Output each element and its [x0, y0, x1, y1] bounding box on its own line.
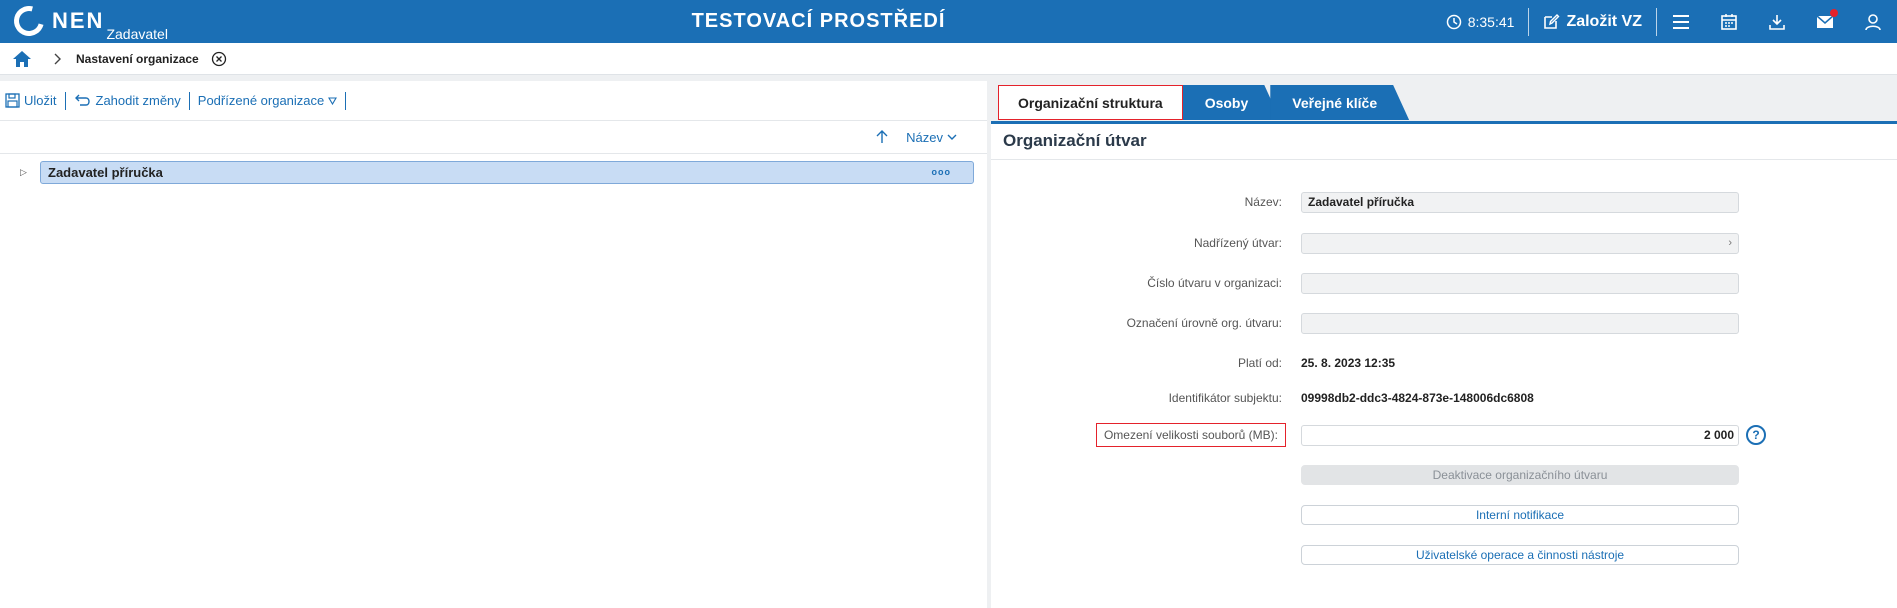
discard-label: Zahodit změny — [95, 93, 181, 108]
field-row-valid-from: Platí od: 25. 8. 2023 12:35 — [991, 351, 1897, 375]
field-row-file-size-limit: Omezení velikosti souborů (MB): 2 000 ? — [991, 423, 1897, 447]
sort-field-label[interactable]: Název — [906, 130, 943, 145]
save-icon — [5, 93, 20, 108]
session-clock: 8:35:41 — [1446, 14, 1529, 30]
download-icon — [1769, 14, 1785, 30]
discard-changes-button[interactable]: Zahodit změny — [74, 93, 189, 108]
unit-number-field[interactable] — [1301, 272, 1739, 294]
divider — [64, 91, 66, 110]
unit-level-label: Označení úrovně org. útvaru: — [1126, 316, 1282, 330]
environment-title: TESTOVACÍ PROSTŘEDÍ — [691, 10, 946, 32]
chevron-down-icon[interactable] — [947, 134, 957, 141]
unit-number-label: Číslo útvaru v organizaci: — [1147, 276, 1282, 290]
tree-toolbar: Uložit Zahodit změny Podřízené organizac… — [0, 81, 987, 121]
tree-item-label: Zadavatel příručka — [48, 165, 163, 180]
calendar-icon — [1721, 13, 1737, 30]
unit-level-field[interactable] — [1301, 312, 1739, 334]
clock-icon — [1446, 14, 1461, 29]
divider — [188, 91, 190, 110]
menu-button[interactable] — [1657, 0, 1705, 43]
field-row-name: Název: Zadavatel příručka — [991, 190, 1897, 214]
home-icon[interactable] — [12, 50, 32, 68]
internal-notifications-button[interactable]: Interní notifikace — [1301, 505, 1739, 525]
tab-bar: Organizační struktura Osoby Veřejné klíč… — [998, 85, 1409, 120]
valid-from-label: Platí od: — [1237, 356, 1282, 370]
file-size-limit-input[interactable]: 2 000 — [1301, 424, 1739, 446]
field-row-parent-unit: Nadřízený útvar: › — [991, 231, 1897, 255]
triangle-down-icon — [328, 96, 338, 105]
section-title: Organizační útvar — [1003, 131, 1147, 150]
parent-unit-select[interactable]: › — [1301, 232, 1739, 254]
create-vz-button[interactable]: Založit VZ — [1529, 13, 1656, 31]
breadcrumb-current: Nastavení organizace — [76, 51, 199, 66]
save-button[interactable]: Uložit — [5, 93, 65, 108]
top-right-toolbar: 8:35:41 Založit VZ — [1446, 0, 1897, 43]
tab-persons[interactable]: Osoby — [1183, 85, 1281, 120]
breadcrumb: Nastavení organizace — [0, 43, 1897, 75]
tab-organizational-structure[interactable]: Organizační struktura — [998, 85, 1183, 120]
field-row-unit-level: Označení úrovně org. útvaru: — [991, 311, 1897, 335]
undo-icon — [74, 94, 90, 106]
divider — [991, 159, 1897, 160]
chevron-right-icon: › — [1728, 236, 1732, 249]
valid-from-value: 25. 8. 2023 12:35 — [1301, 356, 1396, 370]
messages-button[interactable] — [1801, 0, 1849, 43]
sort-ascending-icon[interactable] — [876, 130, 888, 144]
subject-id-value: 09998db2-ddc3-4824-873e-148006dc6808 — [1301, 391, 1534, 405]
subject-id-label: Identifikátor subjektu: — [1168, 391, 1282, 405]
user-icon — [1865, 13, 1881, 30]
create-vz-label: Založit VZ — [1566, 12, 1642, 30]
organization-tree-panel: Uložit Zahodit změny Podřízené organizac… — [0, 81, 987, 608]
clock-time: 8:35:41 — [1467, 13, 1515, 30]
divider — [345, 91, 347, 110]
sort-bar: Název — [0, 121, 987, 154]
detail-panel: Organizační struktura Osoby Veřejné klíč… — [991, 81, 1897, 608]
calendar-button[interactable] — [1705, 0, 1753, 43]
file-size-limit-label: Omezení velikosti souborů (MB): — [1095, 423, 1286, 447]
sub-organizations-label: Podřízené organizace — [197, 93, 325, 108]
menu-icon — [1673, 14, 1689, 29]
name-field[interactable]: Zadavatel příručka — [1301, 191, 1739, 213]
deactivate-unit-button[interactable]: Deaktivace organizačního útvaru — [1301, 465, 1739, 485]
download-button[interactable] — [1753, 0, 1801, 43]
tab-public-keys[interactable]: Veřejné klíče — [1270, 85, 1409, 120]
sub-organizations-dropdown[interactable]: Podřízené organizace — [198, 93, 345, 108]
name-label: Název: — [1244, 195, 1282, 209]
tree-item[interactable]: Zadavatel příručka ooo — [40, 161, 974, 184]
help-icon[interactable]: ? — [1746, 425, 1766, 445]
user-operations-button[interactable]: Uživatelské operace a činnosti nástroje — [1301, 545, 1739, 565]
org-unit-form: Organizační útvar Název: Zadavatel příru… — [991, 121, 1897, 608]
close-icon[interactable] — [211, 51, 227, 67]
top-bar: NEN Zadavatel TESTOVACÍ PROSTŘEDÍ 8:35:4… — [0, 0, 1897, 43]
chevron-right-icon — [54, 53, 61, 64]
tree-expand-icon[interactable]: ▷ — [20, 167, 27, 178]
parent-unit-label: Nadřízený útvar: — [1193, 236, 1282, 250]
notification-dot — [1830, 9, 1838, 17]
field-row-unit-number: Číslo útvaru v organizaci: — [991, 271, 1897, 295]
user-button[interactable] — [1849, 0, 1897, 43]
edit-icon — [1544, 14, 1560, 29]
more-options-icon[interactable]: ooo — [932, 167, 952, 177]
save-label: Uložit — [24, 93, 57, 108]
field-row-subject-id: Identifikátor subjektu: 09998db2-ddc3-48… — [991, 386, 1897, 410]
